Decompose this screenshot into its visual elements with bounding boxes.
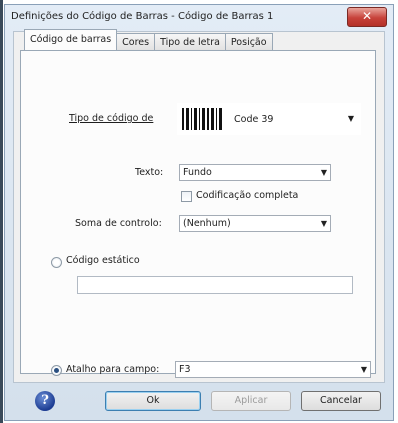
chevron-down-icon: ▼ bbox=[320, 219, 327, 228]
tab-position[interactable]: Posição bbox=[224, 33, 273, 50]
field-shortcut-dropdown[interactable]: F3 ▼ bbox=[175, 361, 371, 378]
full-encoding-checkbox[interactable] bbox=[181, 191, 192, 202]
tab-colors[interactable]: Cores bbox=[116, 33, 156, 50]
tab-font[interactable]: Tipo de letra bbox=[154, 33, 226, 50]
help-icon[interactable]: ? bbox=[35, 391, 55, 411]
chevron-down-icon: ▼ bbox=[347, 114, 354, 123]
barcode-tab-panel: Tipo de código de Code 39 ▼ Texto: Fundo… bbox=[20, 50, 376, 378]
full-encoding-label: Codificação completa bbox=[196, 190, 299, 201]
barcode-settings-dialog: Definições do Código de Barras - Código … bbox=[4, 4, 394, 421]
checksum-value: (Nenhum) bbox=[183, 218, 231, 229]
background-window-edge bbox=[0, 0, 3, 423]
checksum-label: Soma de controlo: bbox=[75, 218, 162, 229]
static-code-radio[interactable] bbox=[51, 257, 62, 268]
text-value: Fundo bbox=[183, 167, 212, 178]
text-label: Texto: bbox=[135, 167, 164, 178]
title-bar[interactable]: Definições do Código de Barras - Código … bbox=[5, 5, 393, 31]
static-code-label: Código estático bbox=[66, 255, 140, 266]
cancel-button[interactable]: Cancelar bbox=[301, 391, 381, 411]
barcode-type-value: Code 39 bbox=[234, 114, 274, 125]
tab-barcode[interactable]: Código de barras bbox=[24, 29, 118, 50]
barcode-type-dropdown[interactable]: Code 39 ▼ bbox=[177, 103, 361, 135]
barcode-icon bbox=[182, 108, 224, 130]
checksum-dropdown[interactable]: (Nenhum) ▼ bbox=[179, 215, 331, 232]
chevron-down-icon: ▼ bbox=[320, 168, 327, 177]
ok-button[interactable]: Ok bbox=[105, 391, 201, 411]
static-code-input[interactable] bbox=[77, 276, 353, 294]
field-shortcut-value: F3 bbox=[179, 364, 191, 375]
dialog-client-area: Código de barras Cores Tipo de letra Pos… bbox=[13, 29, 385, 383]
field-shortcut-label: Atalho para campo: bbox=[66, 364, 160, 375]
close-button[interactable]: ✕ bbox=[347, 7, 387, 27]
field-shortcut-radio[interactable] bbox=[51, 365, 62, 376]
window-title: Definições do Código de Barras - Código … bbox=[11, 11, 274, 22]
barcode-type-label: Tipo de código de bbox=[69, 113, 154, 124]
text-dropdown[interactable]: Fundo ▼ bbox=[179, 164, 331, 181]
chevron-down-icon: ▼ bbox=[360, 365, 367, 374]
apply-button[interactable]: Aplicar bbox=[211, 391, 291, 411]
tab-strip: Código de barras Cores Tipo de letra Pos… bbox=[24, 29, 273, 50]
